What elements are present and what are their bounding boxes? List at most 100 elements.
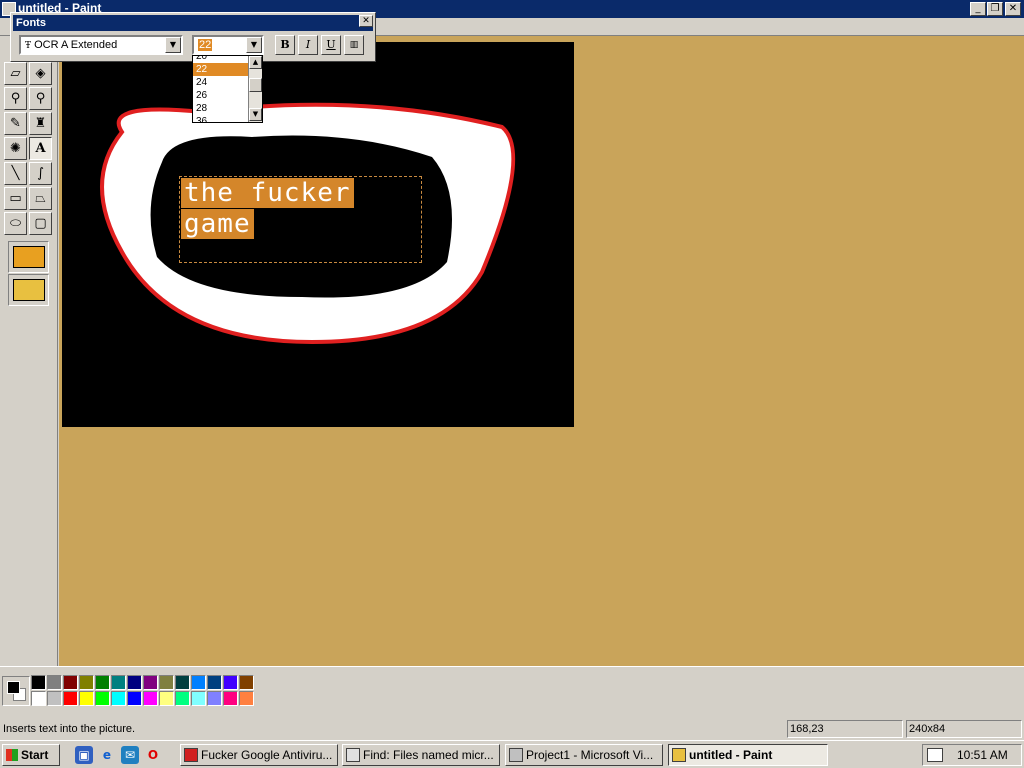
task-label: untitled - Paint bbox=[689, 748, 773, 762]
task-app-icon bbox=[346, 748, 360, 762]
status-message: Inserts text into the picture. bbox=[3, 723, 136, 735]
fonts-close-button[interactable]: ✕ bbox=[359, 15, 373, 27]
taskbar-button[interactable]: Find: Files named micr... bbox=[342, 744, 500, 766]
palette-color-swatch[interactable] bbox=[31, 691, 46, 706]
outlook-express-icon[interactable]: ✉ bbox=[121, 746, 139, 764]
selection-size: 240x84 bbox=[906, 720, 1022, 738]
taskbar-button[interactable]: untitled - Paint bbox=[668, 744, 828, 766]
bold-button[interactable]: B bbox=[275, 35, 295, 55]
scroll-thumb[interactable] bbox=[249, 78, 262, 92]
chevron-down-icon[interactable]: ▼ bbox=[165, 37, 181, 53]
color-picker-icon[interactable]: ⚲ bbox=[4, 87, 27, 110]
airbrush-icon[interactable]: ✺ bbox=[4, 137, 27, 160]
show-desktop-icon[interactable]: ▣ bbox=[75, 746, 93, 764]
underline-button[interactable]: U bbox=[321, 35, 341, 55]
status-bar: Inserts text into the picture. 168,23 24… bbox=[0, 718, 1024, 740]
scroll-down-icon[interactable]: ▼ bbox=[249, 108, 262, 121]
palette-color-swatch[interactable] bbox=[63, 691, 78, 706]
font-size-select[interactable]: 22 ▼ bbox=[192, 35, 264, 55]
foreground-color-swatch bbox=[7, 681, 20, 694]
canvas-text-line-1: the fucker bbox=[181, 178, 354, 208]
brush-icon[interactable]: ♜ bbox=[29, 112, 52, 135]
palette-color-swatch[interactable] bbox=[63, 675, 78, 690]
palette-color-swatch[interactable] bbox=[143, 675, 158, 690]
size-list-scrollbar[interactable]: ▲ ▼ bbox=[248, 56, 262, 122]
font-name-value: OCR A Extended bbox=[34, 39, 118, 51]
start-button[interactable]: Start bbox=[2, 744, 60, 766]
internet-explorer-icon[interactable]: e bbox=[98, 746, 116, 764]
rectangle-tool-icon[interactable]: ▭ bbox=[4, 187, 27, 210]
palette-color-swatch[interactable] bbox=[191, 691, 206, 706]
size-option[interactable]: 36 bbox=[193, 115, 249, 122]
polygon-tool-icon[interactable]: ⏢ bbox=[29, 187, 52, 210]
minimize-button[interactable]: _ bbox=[970, 2, 986, 16]
start-label: Start bbox=[21, 748, 49, 762]
fill-tool-icon[interactable]: ◈ bbox=[29, 62, 52, 85]
scroll-up-icon[interactable]: ▲ bbox=[249, 56, 262, 69]
task-label: Find: Files named micr... bbox=[363, 748, 494, 762]
palette-color-swatch[interactable] bbox=[207, 675, 222, 690]
palette-color-swatch[interactable] bbox=[79, 691, 94, 706]
font-name-select[interactable]: Ŧ OCR A Extended ▼ bbox=[19, 35, 183, 55]
windows-logo-icon bbox=[6, 749, 18, 761]
taskbar: Start ▣ e ✉ O Fucker Google Antiviru... F… bbox=[0, 740, 1024, 768]
palette-color-swatch[interactable] bbox=[239, 691, 254, 706]
task-app-icon bbox=[184, 748, 198, 762]
clock[interactable]: 10:51 AM bbox=[957, 745, 1008, 765]
font-size-value: 22 bbox=[198, 39, 213, 51]
opaque-background-option[interactable] bbox=[8, 241, 49, 273]
palette-color-swatch[interactable] bbox=[143, 691, 158, 706]
taskbar-button[interactable]: Project1 - Microsoft Vi... bbox=[505, 744, 663, 766]
transparent-option-icon bbox=[13, 279, 45, 301]
palette-color-swatch[interactable] bbox=[111, 675, 126, 690]
palette-color-swatch[interactable] bbox=[31, 675, 46, 690]
ellipse-tool-icon[interactable]: ⬭ bbox=[4, 212, 27, 235]
palette-color-swatch[interactable] bbox=[127, 675, 142, 690]
palette-color-swatch[interactable] bbox=[95, 691, 110, 706]
current-colors[interactable] bbox=[2, 676, 30, 706]
close-button[interactable]: ✕ bbox=[1005, 2, 1021, 16]
palette-color-swatch[interactable] bbox=[47, 691, 62, 706]
font-size-dropdown-list[interactable]: 20 22 24 26 28 36 ▲ ▼ bbox=[192, 55, 263, 123]
palette-color-swatch[interactable] bbox=[223, 675, 238, 690]
line-tool-icon[interactable]: ╲ bbox=[4, 162, 27, 185]
size-option[interactable]: 24 bbox=[193, 76, 249, 89]
transparent-background-option[interactable] bbox=[8, 274, 49, 306]
palette-color-swatch[interactable] bbox=[207, 691, 222, 706]
task-app-icon bbox=[509, 748, 523, 762]
palette-color-swatch[interactable] bbox=[47, 675, 62, 690]
palette-color-swatch[interactable] bbox=[111, 691, 126, 706]
palette-color-swatch[interactable] bbox=[127, 691, 142, 706]
palette-color-swatch[interactable] bbox=[95, 675, 110, 690]
size-option[interactable]: 26 bbox=[193, 89, 249, 102]
size-option[interactable]: 22 bbox=[193, 63, 249, 76]
magnifier-icon[interactable]: ⚲ bbox=[29, 87, 52, 110]
palette-color-swatch[interactable] bbox=[159, 675, 174, 690]
size-option[interactable]: 20 bbox=[193, 56, 249, 63]
maximize-button[interactable]: ❐ bbox=[987, 2, 1003, 16]
text-tool-icon[interactable]: A bbox=[29, 137, 52, 160]
size-option[interactable]: 28 bbox=[193, 102, 249, 115]
palette-color-swatch[interactable] bbox=[239, 675, 254, 690]
palette-color-swatch[interactable] bbox=[79, 675, 94, 690]
task-app-icon bbox=[672, 748, 686, 762]
italic-button[interactable]: I bbox=[298, 35, 318, 55]
eraser-tool-icon[interactable]: ▱ bbox=[4, 62, 27, 85]
cursor-coordinates: 168,23 bbox=[787, 720, 903, 738]
canvas-text-line-2: game bbox=[181, 209, 254, 239]
toolbox: ▱ ◈ ⚲ ⚲ ✎ ♜ ✺ A ╲ ∫ ▭ ⏢ ⬭ ▢ bbox=[0, 36, 58, 666]
palette-color-swatch[interactable] bbox=[223, 691, 238, 706]
palette-color-swatch[interactable] bbox=[175, 691, 190, 706]
fonts-toolbar-title: Fonts bbox=[13, 15, 373, 31]
rounded-rect-tool-icon[interactable]: ▢ bbox=[29, 212, 52, 235]
pencil-icon[interactable]: ✎ bbox=[4, 112, 27, 135]
chevron-down-icon[interactable]: ▼ bbox=[246, 37, 262, 53]
palette-color-swatch[interactable] bbox=[159, 691, 174, 706]
taskbar-button[interactable]: Fucker Google Antiviru... bbox=[180, 744, 338, 766]
volume-icon[interactable] bbox=[927, 748, 943, 762]
curve-tool-icon[interactable]: ∫ bbox=[29, 162, 52, 185]
palette-color-swatch[interactable] bbox=[175, 675, 190, 690]
vertical-text-button[interactable]: ▥ bbox=[344, 35, 364, 55]
palette-color-swatch[interactable] bbox=[191, 675, 206, 690]
opera-icon[interactable]: O bbox=[144, 746, 162, 764]
